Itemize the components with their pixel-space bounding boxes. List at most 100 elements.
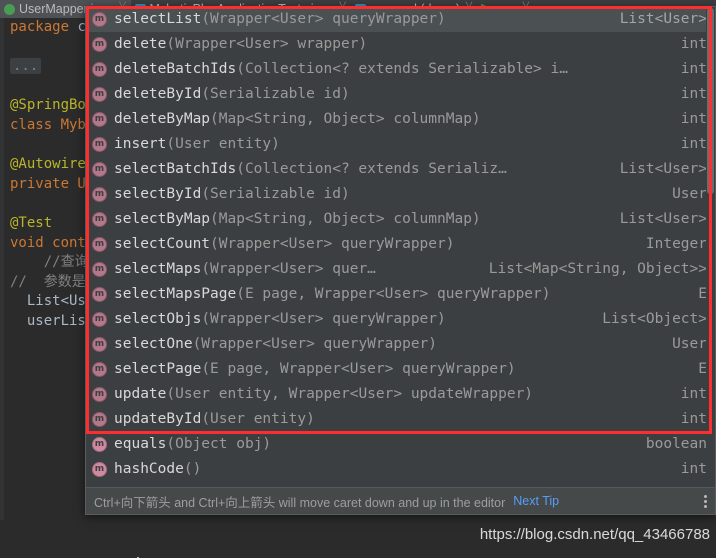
more-options-icon[interactable] bbox=[700, 494, 711, 508]
completion-item-return-type: List<User> bbox=[619, 11, 707, 27]
completion-item-return-type: List<User> bbox=[619, 161, 707, 177]
code-token: @Test bbox=[10, 214, 53, 231]
method-icon: m bbox=[92, 287, 107, 302]
completion-item[interactable]: m selectMapsPage (E page, Wrapper<User> qu… bbox=[86, 282, 715, 307]
completion-item[interactable]: m selectByMap (Map<String, Object> columnM… bbox=[86, 207, 715, 232]
completion-item-signature: (Serializable id) bbox=[201, 86, 350, 102]
completion-item-signature: (User entity) bbox=[201, 411, 315, 427]
completion-item-signature: (Collection<? extends Serializable> i… bbox=[236, 61, 568, 77]
completion-item[interactable]: m selectCount (Wrapper<User> queryWrapper)… bbox=[86, 232, 715, 257]
completion-item-name: deleteByMap bbox=[114, 111, 211, 127]
method-icon: m bbox=[92, 437, 107, 452]
completion-item-name: selectList bbox=[114, 11, 202, 27]
code-token: @Autowired bbox=[10, 156, 95, 173]
code-completion-popup[interactable]: m selectList (Wrapper<User> queryWrapper) L… bbox=[85, 6, 716, 515]
completion-item-return-type: int bbox=[680, 61, 707, 77]
tip-text: Ctrl+向下箭头 and Ctrl+向上箭头 will move caret … bbox=[94, 495, 506, 510]
completion-item-return-type: E bbox=[698, 361, 707, 377]
completion-item-signature: () bbox=[183, 461, 202, 477]
completion-item[interactable]: m selectObjs (Wrapper<User> queryWrapper) L… bbox=[86, 307, 715, 332]
completion-item[interactable]: m selectOne (Wrapper<User> queryWrapper) Us… bbox=[86, 332, 715, 357]
code-token: ... bbox=[10, 58, 42, 75]
completion-item-name: selectOne bbox=[114, 336, 193, 352]
completion-item-return-type: E bbox=[698, 286, 707, 302]
completion-item[interactable]: m update (User entity, Wrapper<User> updat… bbox=[86, 382, 715, 407]
ide-screenshot: UserMapper.java╳MybatisPlusApplicationTe… bbox=[0, 0, 716, 558]
completion-item-name: update bbox=[114, 386, 167, 402]
completion-item-signature: (Map<String, Object> columnMap) bbox=[210, 211, 481, 227]
completion-item-name: selectPage bbox=[114, 361, 202, 377]
completion-tip-bar: Ctrl+向下箭头 and Ctrl+向上箭头 will move caret … bbox=[86, 487, 715, 514]
method-icon: m bbox=[92, 137, 107, 152]
watermark-url: https://blog.csdn.net/qq_43466788 bbox=[479, 526, 710, 543]
completion-item-return-type: User bbox=[672, 336, 707, 352]
method-icon: m bbox=[92, 362, 107, 377]
method-icon: m bbox=[92, 62, 107, 77]
completion-item[interactable]: m insert (User entity) int bbox=[86, 132, 715, 157]
completion-item-name: hashCode bbox=[114, 461, 184, 477]
method-icon: m bbox=[92, 87, 107, 102]
completion-item-name: updateById bbox=[114, 411, 202, 427]
completion-item[interactable]: m deleteBatchIds (Collection<? extends Ser… bbox=[86, 57, 715, 82]
completion-item-name: deleteBatchIds bbox=[114, 61, 237, 77]
completion-item-name: selectObjs bbox=[114, 311, 202, 327]
completion-item-signature: (Wrapper<User> quer… bbox=[201, 261, 376, 277]
completion-item-return-type: int bbox=[680, 411, 707, 427]
method-icon: m bbox=[92, 187, 107, 202]
completion-item[interactable]: m deleteByMap (Map<String, Object> columnM… bbox=[86, 107, 715, 132]
completion-item-return-type: List<Object> bbox=[602, 311, 707, 327]
method-icon: m bbox=[92, 112, 107, 127]
completion-item-name: selectMaps bbox=[114, 261, 202, 277]
completion-item-return-type: boolean bbox=[645, 436, 707, 452]
completion-item-return-type: int bbox=[680, 36, 707, 52]
method-icon: m bbox=[92, 237, 107, 252]
completion-item-name: delete bbox=[114, 36, 167, 52]
completion-item-signature: (Wrapper<User> queryWrapper) bbox=[210, 236, 455, 252]
completion-item[interactable]: m equals (Object obj) boolean bbox=[86, 432, 715, 457]
method-icon: m bbox=[92, 37, 107, 52]
completion-item-name: insert bbox=[114, 136, 167, 152]
completion-item-name: deleteById bbox=[114, 86, 202, 102]
method-icon: m bbox=[92, 12, 107, 27]
completion-item-signature: (Map<String, Object> columnMap) bbox=[210, 111, 481, 127]
completion-item-signature: (E page, Wrapper<User> queryWrapper) bbox=[236, 286, 551, 302]
completion-item[interactable]: m selectById (Serializable id) User bbox=[86, 182, 715, 207]
completion-item-signature: (Wrapper<User> queryWrapper) bbox=[201, 11, 446, 27]
java-class-icon bbox=[4, 3, 15, 15]
next-tip-link[interactable]: Next Tip bbox=[513, 494, 559, 508]
completion-item-return-type: int bbox=[680, 461, 707, 477]
completion-item-name: selectByMap bbox=[114, 211, 211, 227]
completion-item-signature: (E page, Wrapper<User> queryWrapper) bbox=[201, 361, 516, 377]
method-icon: m bbox=[92, 412, 107, 427]
completion-item[interactable]: m updateById (User entity) int bbox=[86, 407, 715, 432]
completion-item[interactable]: m selectPage (E page, Wrapper<User> queryW… bbox=[86, 357, 715, 382]
completion-item-return-type: int bbox=[680, 386, 707, 402]
method-icon: m bbox=[92, 312, 107, 327]
completion-item-name: selectById bbox=[114, 186, 202, 202]
completion-item-return-type: int bbox=[680, 111, 707, 127]
completion-scrollbar-thumb[interactable] bbox=[707, 8, 714, 194]
completion-item[interactable]: m selectMaps (Wrapper<User> quer… List<Map<… bbox=[86, 257, 715, 282]
completion-item[interactable]: m delete (Wrapper<User> wrapper) int bbox=[86, 32, 715, 57]
completion-item-signature: (User entity) bbox=[166, 136, 280, 152]
completion-item[interactable]: m selectList (Wrapper<User> queryWrapper) L… bbox=[86, 7, 715, 32]
completion-item-return-type: int bbox=[680, 136, 707, 152]
completion-item-signature: (Collection<? extends Serializ… bbox=[236, 161, 507, 177]
completion-item[interactable]: m deleteById (Serializable id) int bbox=[86, 82, 715, 107]
completion-item-list[interactable]: m selectList (Wrapper<User> queryWrapper) L… bbox=[86, 7, 715, 489]
code-token: userList bbox=[10, 312, 95, 329]
completion-item-signature: (Wrapper<User> queryWrapper) bbox=[192, 336, 438, 352]
completion-item-return-type: User bbox=[672, 186, 707, 202]
completion-item[interactable]: m hashCode() int bbox=[86, 457, 715, 482]
code-token: List<Use bbox=[10, 293, 95, 310]
completion-item-signature: (User entity, Wrapper<User> updateWrappe… bbox=[166, 386, 534, 402]
completion-item-signature: (Object obj) bbox=[166, 436, 272, 452]
completion-scrollbar[interactable] bbox=[706, 7, 715, 489]
completion-item-return-type: Integer bbox=[645, 236, 707, 252]
completion-item[interactable]: m selectBatchIds (Collection<? extends Ser… bbox=[86, 157, 715, 182]
method-icon: m bbox=[92, 387, 107, 402]
completion-item-name: selectCount bbox=[114, 236, 211, 252]
method-icon: m bbox=[92, 212, 107, 227]
method-icon: m bbox=[92, 462, 107, 477]
completion-item-signature: (Wrapper<User> queryWrapper) bbox=[201, 311, 446, 327]
